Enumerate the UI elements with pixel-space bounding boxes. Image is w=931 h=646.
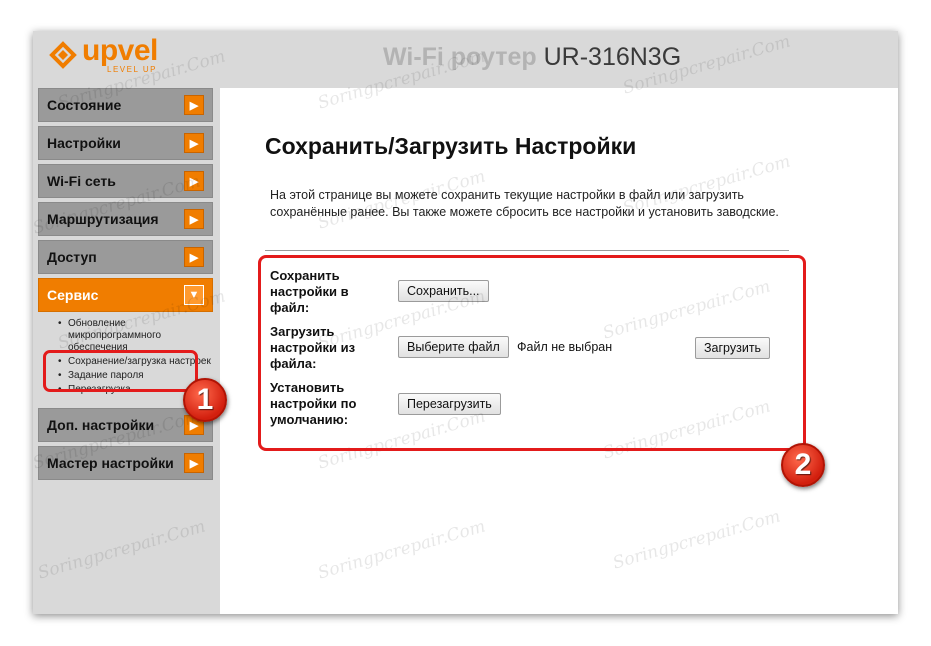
page-description: На этой странице вы можете сохранить тек… bbox=[270, 188, 779, 219]
sidebar-menu: Состояние ▶ Настройки ▶ Wi-Fi сеть ▶ Мар… bbox=[38, 88, 213, 484]
highlight-box-1 bbox=[43, 350, 198, 392]
sidebar-item-label: Настройки bbox=[47, 135, 121, 151]
sidebar-item-status[interactable]: Состояние ▶ bbox=[38, 88, 213, 122]
upvel-logo: upvel LEVEL UP bbox=[46, 36, 158, 74]
submenu-item-firmware[interactable]: Обновление микропрограммного обеспечения bbox=[58, 318, 213, 354]
sidebar-item-routing[interactable]: Маршрутизация ▶ bbox=[38, 202, 213, 236]
header-title-prefix: Wi-Fi роутер bbox=[383, 43, 537, 71]
sidebar-item-label: Доступ bbox=[47, 249, 97, 265]
chevron-right-icon: ▶ bbox=[184, 171, 204, 191]
chevron-right-icon: ▶ bbox=[184, 209, 204, 229]
upvel-logo-icon bbox=[46, 38, 80, 72]
logo-tagline: LEVEL UP bbox=[107, 65, 157, 74]
step-badge-2: 2 bbox=[781, 443, 825, 487]
sidebar-item-label: Мастер настройки bbox=[47, 455, 174, 471]
chevron-right-icon: ▶ bbox=[184, 247, 204, 267]
step-badge-1: 1 bbox=[183, 378, 227, 422]
sidebar-item-label: Wi-Fi сеть bbox=[47, 173, 116, 189]
chevron-right-icon: ▶ bbox=[184, 453, 204, 473]
sidebar-item-service[interactable]: Сервис ▼ bbox=[38, 278, 213, 312]
header-title: Wi-Fi роутер UR-316N3G bbox=[383, 43, 681, 72]
sidebar-item-wizard[interactable]: Мастер настройки ▶ bbox=[38, 446, 213, 480]
chevron-down-icon: ▼ bbox=[184, 285, 204, 305]
logo-word: upvel bbox=[82, 34, 158, 67]
divider bbox=[265, 250, 789, 251]
chevron-right-icon: ▶ bbox=[184, 95, 204, 115]
sidebar-item-label: Маршрутизация bbox=[47, 211, 159, 227]
sidebar-item-label: Сервис bbox=[47, 287, 99, 303]
sidebar-item-label: Состояние bbox=[47, 97, 122, 113]
highlight-box-2 bbox=[258, 255, 806, 451]
sidebar-item-settings[interactable]: Настройки ▶ bbox=[38, 126, 213, 160]
sidebar-item-wifi[interactable]: Wi-Fi сеть ▶ bbox=[38, 164, 213, 198]
sidebar-item-label: Доп. настройки bbox=[47, 417, 155, 433]
header-model: UR-316N3G bbox=[543, 43, 682, 71]
sidebar-item-access[interactable]: Доступ ▶ bbox=[38, 240, 213, 274]
page-title: Сохранить/Загрузить Настройки bbox=[265, 133, 637, 159]
chevron-right-icon: ▶ bbox=[184, 133, 204, 153]
